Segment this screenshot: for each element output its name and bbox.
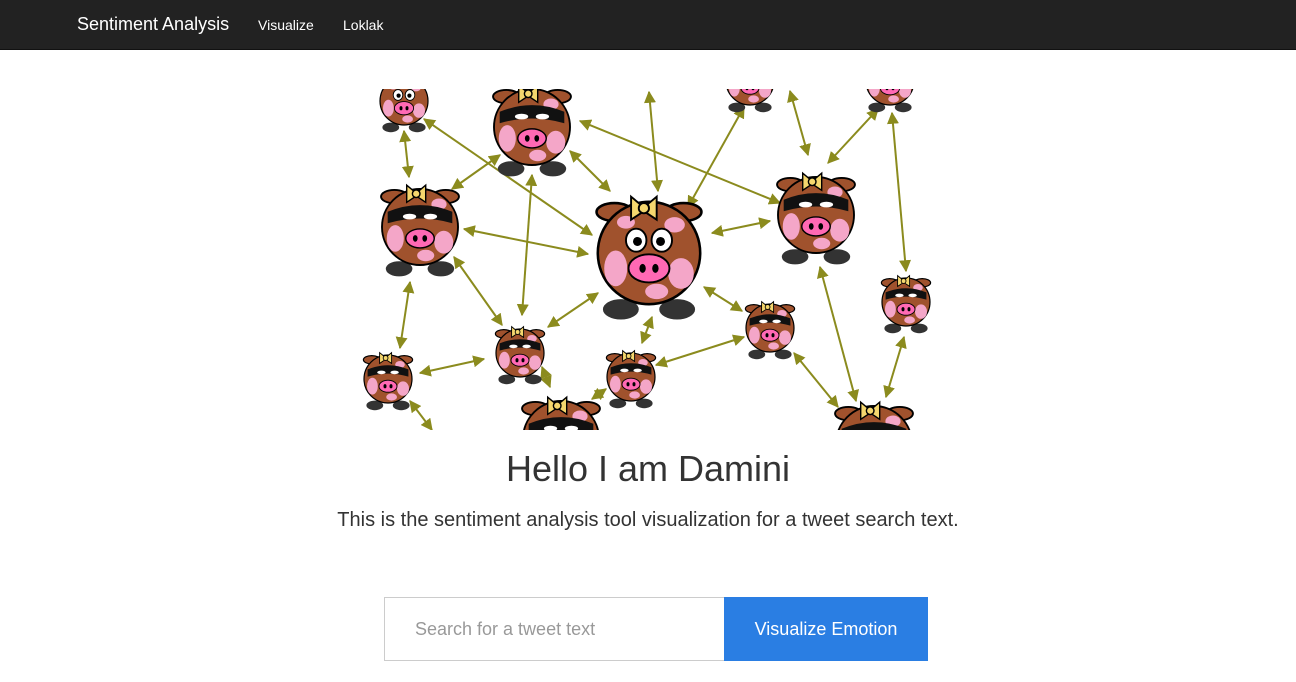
cow-node — [776, 172, 856, 266]
cow-node — [492, 89, 572, 178]
brand-link[interactable]: Sentiment Analysis — [77, 14, 229, 35]
cow-node — [378, 89, 430, 133]
cow-node — [724, 89, 776, 113]
cow-node — [521, 396, 601, 430]
cow-node — [380, 184, 460, 278]
cow-node — [362, 352, 414, 411]
cow-node — [494, 326, 546, 385]
nav-link-loklak[interactable]: Loklak — [343, 17, 383, 33]
cow-node — [880, 275, 932, 334]
tweet-search-input[interactable] — [384, 597, 724, 661]
page-headline: Hello I am Damini — [505, 448, 791, 489]
search-form: Visualize Emotion — [384, 597, 928, 661]
nav-link-visualize[interactable]: Visualize — [258, 17, 314, 33]
page-subtitle: This is the sentiment analysis tool visu… — [337, 509, 959, 531]
top-navbar: Sentiment Analysis Visualize Loklak — [0, 0, 1296, 50]
cow-node — [744, 301, 796, 360]
visualize-emotion-button[interactable]: Visualize Emotion — [724, 597, 928, 661]
cow-node — [595, 195, 703, 321]
cow-node — [864, 89, 916, 113]
cow-node — [834, 401, 914, 430]
cow-node — [605, 350, 657, 409]
cow-network-illustration — [352, 89, 944, 430]
